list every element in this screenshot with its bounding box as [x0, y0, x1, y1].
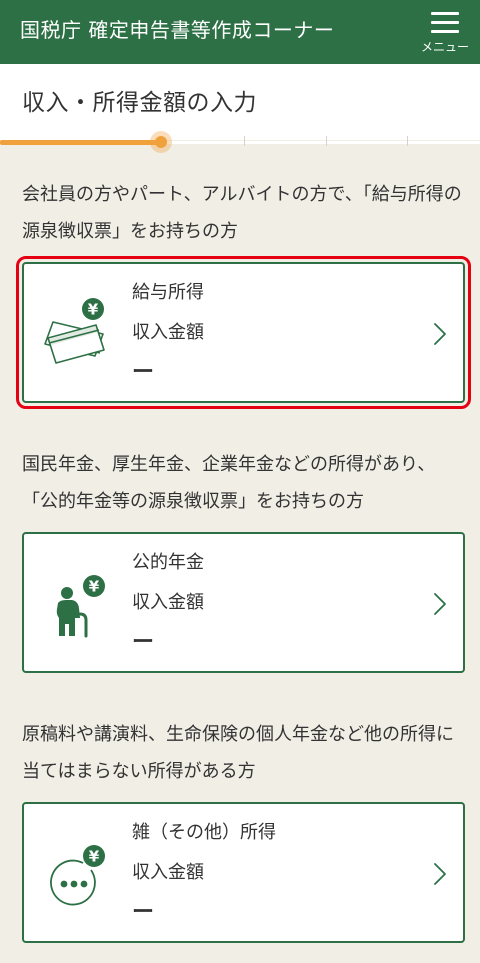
- card-title: 給与所得: [132, 282, 204, 303]
- income-amount-value: ー: [132, 360, 155, 385]
- svg-text:¥: ¥: [89, 578, 100, 596]
- income-amount-value: ー: [132, 630, 155, 655]
- pension-description: 国民年金、厚生年金、企業年金などの所得があり、「公的年金等の源泉徴収票」をお持ち…: [22, 454, 436, 512]
- app-title: 国税庁 確定申告書等作成コーナー: [20, 18, 335, 42]
- progress-bar: [0, 131, 480, 153]
- misc-income-card[interactable]: ¥ 雑（その他）所得 収入金額 ー: [22, 802, 465, 943]
- card-subtitle: 収入金額: [132, 322, 204, 343]
- misc-dots-yen-icon: ¥: [50, 845, 105, 906]
- app-header: 国税庁 確定申告書等作成コーナー メニュー: [0, 0, 480, 64]
- card-subtitle: 収入金額: [132, 862, 204, 883]
- progress-fill: [0, 140, 161, 145]
- salary-description: 会社員の方やパート、アルバイトの方で、「給与所得の源泉徴収票」をお持ちの方: [22, 184, 462, 242]
- progress-step-divider: [326, 136, 327, 146]
- public-pension-card[interactable]: ¥ 公的年金 収入金額 ー: [22, 532, 465, 673]
- menu-label: メニュー: [420, 40, 469, 54]
- chevron-right-icon: [434, 323, 446, 345]
- card-subtitle: 収入金額: [132, 592, 204, 613]
- page-title: 収入・所得金額の入力: [22, 90, 257, 116]
- page-title-bar: 収入・所得金額の入力: [0, 64, 480, 140]
- card-title: 雑（その他）所得: [132, 822, 276, 843]
- hamburger-menu-icon: [431, 12, 459, 34]
- progress-step-divider: [407, 136, 408, 146]
- svg-text:¥: ¥: [88, 301, 99, 319]
- salary-cards-yen-icon: ¥: [44, 298, 105, 364]
- svg-text:¥: ¥: [89, 848, 100, 866]
- chevron-right-icon: [434, 863, 446, 885]
- misc-description: 原稿料や講演料、生命保険の個人年金など他の所得に当てはまらない所得がある方: [22, 724, 454, 782]
- menu-button[interactable]: メニュー: [416, 8, 474, 58]
- elderly-person-yen-icon: ¥: [56, 575, 105, 638]
- income-amount-value: ー: [132, 900, 155, 925]
- progress-current-step-marker: [149, 131, 172, 153]
- salary-income-card[interactable]: ¥ 給与所得 収入金額 ー: [16, 256, 471, 409]
- card-title: 公的年金: [132, 552, 204, 573]
- progress-step-divider: [244, 136, 245, 146]
- chevron-right-icon: [434, 593, 446, 615]
